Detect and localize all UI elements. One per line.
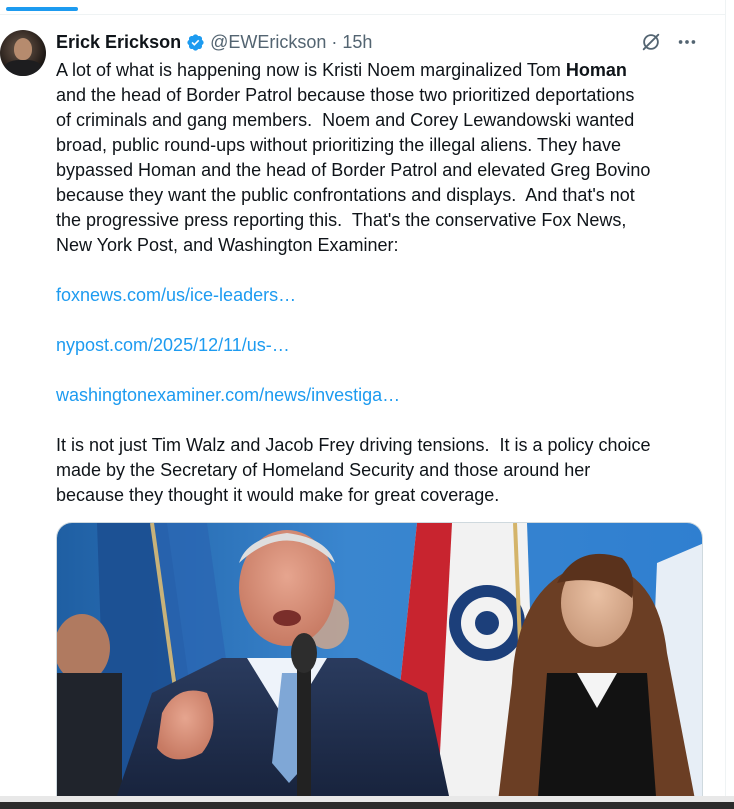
- top-divider: [0, 14, 726, 15]
- author-handle[interactable]: @EWErickson: [210, 32, 326, 53]
- author-avatar[interactable]: [0, 30, 46, 76]
- tweet-paragraph-1: A lot of what is happening now is Kristi…: [56, 58, 696, 258]
- taskbar-strip: [0, 802, 734, 809]
- tweet-header: Erick Erickson @EWErickson · 15h: [56, 30, 372, 54]
- active-tab-indicator: [6, 7, 78, 11]
- link-washingtonexaminer[interactable]: washingtonexaminer.com/news/investiga…: [56, 385, 400, 405]
- verified-badge-icon[interactable]: [186, 33, 205, 52]
- link-foxnews[interactable]: foxnews.com/us/ice-leaders…: [56, 285, 296, 305]
- link-nypost[interactable]: nypost.com/2025/12/11/us-…: [56, 335, 290, 355]
- grok-icon[interactable]: [640, 31, 662, 53]
- header-actions: [640, 30, 698, 54]
- paragraph-1-part-1: A lot of what is happening now is Kristi…: [56, 60, 566, 80]
- column-border: [725, 0, 726, 809]
- bold-mention-homan: Homan: [565, 60, 627, 80]
- author-name[interactable]: Erick Erickson: [56, 32, 181, 53]
- tweet-paragraph-2: It is not just Tim Walz and Jacob Frey d…: [56, 435, 651, 505]
- tweet-media-photo[interactable]: [56, 522, 703, 809]
- window-bottom-bar: [0, 796, 734, 809]
- post-time[interactable]: 15h: [342, 32, 372, 53]
- more-options-icon[interactable]: [676, 31, 698, 53]
- paragraph-1-part-2: and the head of Border Patrol because th…: [56, 85, 651, 255]
- avatar-face: [14, 38, 32, 60]
- avatar-shirt: [4, 60, 42, 76]
- separator-dot: ·: [331, 31, 338, 52]
- tweet-text: A lot of what is happening now is Kristi…: [56, 58, 696, 508]
